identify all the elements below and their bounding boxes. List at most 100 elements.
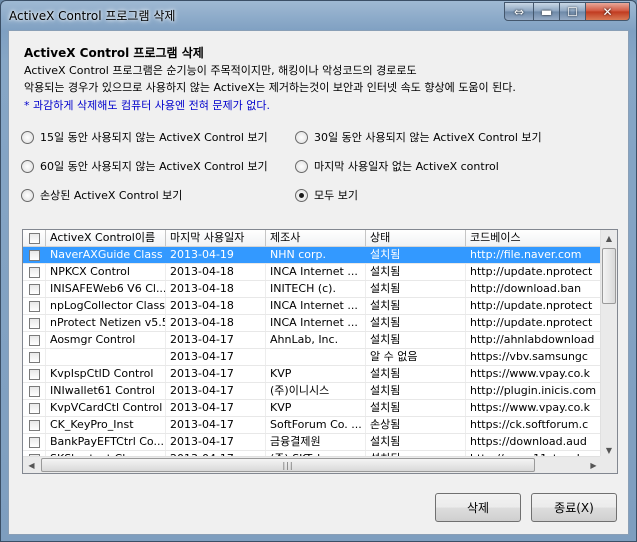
cell-last-used: 2013-04-17 [166,434,266,450]
filter-30-days[interactable]: 30일 동안 사용되지 않는 ActiveX Control 보기 [295,129,542,145]
radio-dot-no-last-used[interactable] [295,159,308,173]
cell-name: NPKCX Control [46,264,166,280]
table-row[interactable]: npLogCollector Class 2013-04-18 INCA Inter… [23,298,602,315]
cell-vendor: (주)이니시스 [266,383,366,399]
row-checkbox-cell[interactable] [23,332,46,348]
cell-name: KvpIspCtlD Control [46,366,166,382]
cell-codebase: https://download.aud [466,434,602,450]
cell-vendor: INCA Internet ... [266,315,366,331]
row-checkbox-cell[interactable] [23,264,46,280]
row-checkbox-cell[interactable] [23,315,46,331]
maximize-button[interactable]: ☐ [560,2,586,21]
cell-status: 설치됨 [366,366,466,382]
activex-list[interactable]: ActiveX Control이름 마지막 사용일자 제조사 상태 코드베이스 … [22,229,618,474]
cell-status: 설치됨 [366,383,466,399]
table-row[interactable]: NaverAXGuide Class 2013-04-19 NHN corp. 설치됨… [23,247,602,264]
cell-name: INISAFEWeb6 V6 Cl... [46,281,166,297]
cell-last-used: 2013-04-17 [166,349,266,365]
scroll-up-icon[interactable]: ▲ [601,230,617,247]
radio-dot-60-days[interactable] [21,159,34,173]
horizontal-scroll-thumb[interactable]: ||| [41,458,535,472]
vertical-scroll-thumb[interactable] [602,248,616,304]
cell-status: 설치됨 [366,434,466,450]
filter-label: 손상된 ActiveX Control 보기 [40,189,183,202]
row-checkbox[interactable] [28,300,40,312]
row-checkbox[interactable] [28,402,40,414]
row-checkbox[interactable] [28,249,40,261]
radio-dot-show-all[interactable] [295,188,308,202]
filter-damaged[interactable]: 손상된 ActiveX Control 보기 [21,187,182,203]
row-checkbox-cell[interactable] [23,434,46,450]
row-checkbox[interactable] [28,283,40,295]
row-checkbox-cell[interactable] [23,247,46,263]
row-checkbox[interactable] [28,419,40,431]
row-checkbox[interactable] [28,436,40,448]
row-checkbox-cell[interactable] [23,298,46,314]
table-row[interactable]: INISAFEWeb6 V6 Cl... 2013-04-18 INITECH (c… [23,281,602,298]
column-header-status[interactable]: 상태 [366,230,466,247]
row-checkbox-cell[interactable] [23,366,46,382]
column-header-name[interactable]: ActiveX Control이름 [46,230,166,247]
cell-codebase: http://download.ban [466,281,602,297]
title-bar[interactable]: ActiveX Control 프로그램 삭제 ⇔ ▬ ☐ ✕ [1,1,636,29]
row-checkbox-cell[interactable] [23,417,46,433]
select-all-checkbox[interactable] [28,232,40,244]
filter-15-days[interactable]: 15일 동안 사용되지 않는 ActiveX Control 보기 [21,129,268,145]
row-checkbox[interactable] [28,385,40,397]
filter-no-last-used[interactable]: 마지막 사용일자 없는 ActiveX control [295,158,499,174]
list-header: ActiveX Control이름 마지막 사용일자 제조사 상태 코드베이스 [23,230,602,247]
cell-codebase: http://ahnlabdownload [466,332,602,348]
table-row[interactable]: CK_KeyPro_Inst 2013-04-17 SoftForum Co. ..… [23,417,602,434]
table-row[interactable]: Aosmgr Control 2013-04-17 AhnLab, Inc. 설치됨 h… [23,332,602,349]
radio-dot-damaged[interactable] [21,188,34,202]
row-checkbox[interactable] [28,334,40,346]
column-header-codebase[interactable]: 코드베이스 [466,230,602,247]
close-window-button[interactable]: ✕ [586,2,630,21]
vertical-scrollbar[interactable]: ▲ ▼ [600,230,617,459]
filter-show-all[interactable]: 모두 보기 [295,187,358,203]
table-row[interactable]: KvpIspCtlD Control 2013-04-17 KVP 설치됨 https:… [23,366,602,383]
delete-button[interactable]: 삭제 [435,493,521,522]
radio-dot-30-days[interactable] [295,130,308,144]
filter-label: 마지막 사용일자 없는 ActiveX control [314,160,499,173]
cell-vendor: SoftForum Co. ... [266,417,366,433]
row-checkbox-cell[interactable] [23,383,46,399]
row-checkbox-cell[interactable] [23,349,46,365]
cell-vendor: 금융결제원 [266,434,366,450]
filter-label: 30일 동안 사용되지 않는 ActiveX Control 보기 [314,131,542,144]
row-checkbox-cell[interactable] [23,400,46,416]
column-header-last-used[interactable]: 마지막 사용일자 [166,230,266,247]
table-row[interactable]: nProtect Netizen v5.5 2013-04-18 INCA Inte… [23,315,602,332]
select-all-column[interactable] [23,230,46,247]
table-row[interactable]: NPKCX Control 2013-04-18 INCA Internet ...… [23,264,602,281]
table-row[interactable]: 2013-04-17 알 수 없음 https://vbv.samsungc [23,349,602,366]
horizontal-scrollbar[interactable]: ◀ ||| ▶ [23,456,602,473]
resize-button[interactable]: ⇔ [504,2,534,21]
minimize-button[interactable]: ▬ [534,2,560,21]
row-checkbox[interactable] [28,266,40,278]
column-header-vendor[interactable]: 제조사 [266,230,366,247]
row-checkbox[interactable] [28,368,40,380]
grip-icon: ||| [282,460,294,470]
radio-dot-15-days[interactable] [21,130,34,144]
cell-vendor: KVP [266,366,366,382]
exit-button[interactable]: 종료(X) [531,493,617,522]
cell-vendor: NHN corp. [266,247,366,263]
row-checkbox-cell[interactable] [23,281,46,297]
cell-name: BankPayEFTCtrl Co... [46,434,166,450]
cell-last-used: 2013-04-18 [166,281,266,297]
row-checkbox[interactable] [28,317,40,329]
cell-status: 설치됨 [366,332,466,348]
table-row[interactable]: INIwallet61 Control 2013-04-17 (주)이니시스 설치됨 h… [23,383,602,400]
cell-codebase: https://ck.softforum.c [466,417,602,433]
table-row[interactable]: BankPayEFTCtrl Co... 2013-04-17 금융결제원 설치됨 ht… [23,434,602,451]
cell-last-used: 2013-04-17 [166,383,266,399]
row-checkbox[interactable] [28,351,40,363]
filter-label: 모두 보기 [314,189,358,202]
table-row[interactable]: KvpVCardCtl Control 2013-04-17 KVP 설치됨 https… [23,400,602,417]
filter-60-days[interactable]: 60일 동안 사용되지 않는 ActiveX Control 보기 [21,158,268,174]
cell-status: 설치됨 [366,281,466,297]
cell-last-used: 2013-04-18 [166,298,266,314]
cell-status: 설치됨 [366,264,466,280]
scroll-left-icon[interactable]: ◀ [23,457,40,473]
